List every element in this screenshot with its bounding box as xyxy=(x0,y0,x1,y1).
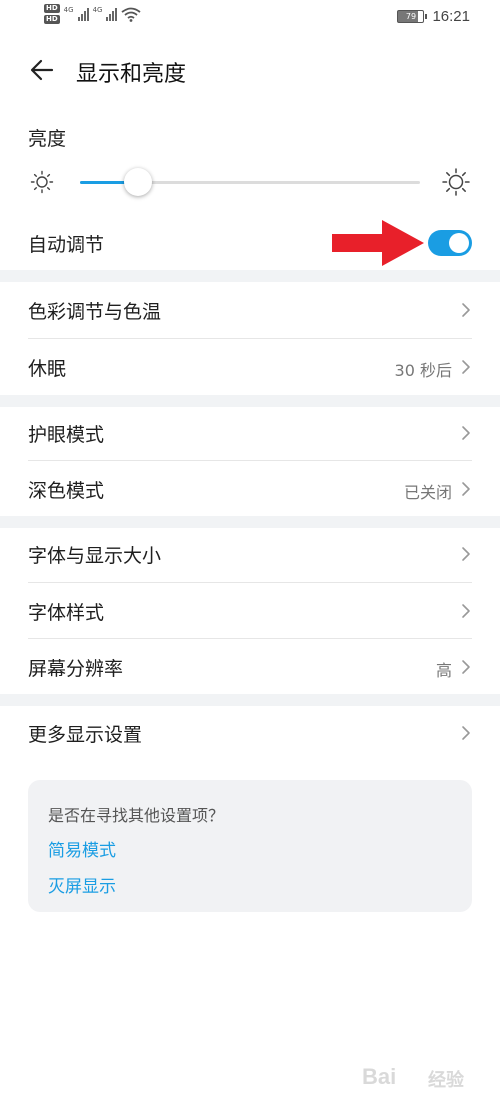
battery-icon: 79 xyxy=(397,10,428,23)
row-sleep[interactable]: 休眠 30 秒后 xyxy=(0,339,500,395)
brightness-slider[interactable] xyxy=(80,168,420,196)
toggle-knob xyxy=(449,233,469,253)
status-right: 79 16:21 xyxy=(397,8,470,25)
watermark-text: Bai xyxy=(362,1064,397,1089)
page-title: 显示和亮度 xyxy=(76,62,187,87)
link-simple-mode[interactable]: 简易模式 xyxy=(48,836,116,861)
suggestion-card: 是否在寻找其他设置项？ 简易模式 灭屏显示 xyxy=(28,780,472,912)
row-label: 护眼模式 xyxy=(28,424,105,446)
chevron-right-icon xyxy=(462,360,470,374)
row-value: 高 xyxy=(435,661,452,680)
row-label: 字体样式 xyxy=(28,602,105,624)
sun-small-icon xyxy=(30,170,54,194)
status-left: HD HD 4G 4G xyxy=(44,4,142,24)
app-header: 显示和亮度 xyxy=(0,46,500,96)
link-always-on-display[interactable]: 灭屏显示 xyxy=(48,872,116,897)
chevron-right-icon xyxy=(462,547,470,561)
section-separator xyxy=(0,270,500,282)
chevron-right-icon xyxy=(462,726,470,740)
row-eye-comfort[interactable]: 护眼模式 xyxy=(0,405,500,461)
sun-large-icon xyxy=(442,168,470,196)
auto-adjust-toggle[interactable] xyxy=(428,230,472,256)
brightness-slider-thumb[interactable] xyxy=(123,168,152,196)
status-bar: HD HD 4G 4G 79 16:21 xyxy=(0,0,500,36)
clock: 16:21 xyxy=(432,8,470,25)
row-color-temperature[interactable]: 色彩调节与色温 xyxy=(0,282,500,338)
suggestion-question: 是否在寻找其他设置项？ xyxy=(48,806,225,825)
row-font-display-size[interactable]: 字体与显示大小 xyxy=(0,526,500,582)
row-label: 深色模式 xyxy=(28,480,105,502)
brightness-label: 亮度 xyxy=(28,128,67,150)
chevron-right-icon xyxy=(462,604,470,618)
wifi-icon xyxy=(121,7,142,22)
battery-level: 79 xyxy=(405,12,417,21)
back-arrow-icon[interactable] xyxy=(28,56,56,84)
row-screen-resolution[interactable]: 屏幕分辨率 高 xyxy=(0,639,500,695)
red-arrow-annotation xyxy=(332,220,424,266)
signal-icon-2 xyxy=(106,7,118,21)
row-font-style[interactable]: 字体样式 xyxy=(0,583,500,639)
row-value: 30 秒后 xyxy=(394,361,452,380)
row-label: 色彩调节与色温 xyxy=(28,301,162,323)
hd-badge-top: HD xyxy=(44,4,60,13)
hd-indicators: HD HD xyxy=(44,4,60,24)
auto-adjust-label: 自动调节 xyxy=(28,234,105,256)
chevron-right-icon xyxy=(462,303,470,317)
signal-icon xyxy=(77,7,89,21)
hd-badge-bottom: HD xyxy=(44,15,60,24)
chevron-right-icon xyxy=(462,660,470,674)
row-label: 更多显示设置 xyxy=(28,724,143,746)
watermark-text-2: 经验 xyxy=(428,1070,464,1090)
row-dark-mode[interactable]: 深色模式 已关闭 xyxy=(0,461,500,517)
chevron-right-icon xyxy=(462,426,470,440)
row-label: 休眠 xyxy=(28,358,67,380)
network-type-1: 4G xyxy=(63,6,74,14)
row-value: 已关闭 xyxy=(403,483,452,502)
row-label: 字体与显示大小 xyxy=(28,545,162,567)
baidu-watermark: Bai 经验 xyxy=(362,1058,472,1098)
network-type-2: 4G xyxy=(92,6,103,14)
row-more-display-settings[interactable]: 更多显示设置 xyxy=(0,705,500,761)
row-label: 屏幕分辨率 xyxy=(28,658,124,680)
chevron-right-icon xyxy=(462,482,470,496)
